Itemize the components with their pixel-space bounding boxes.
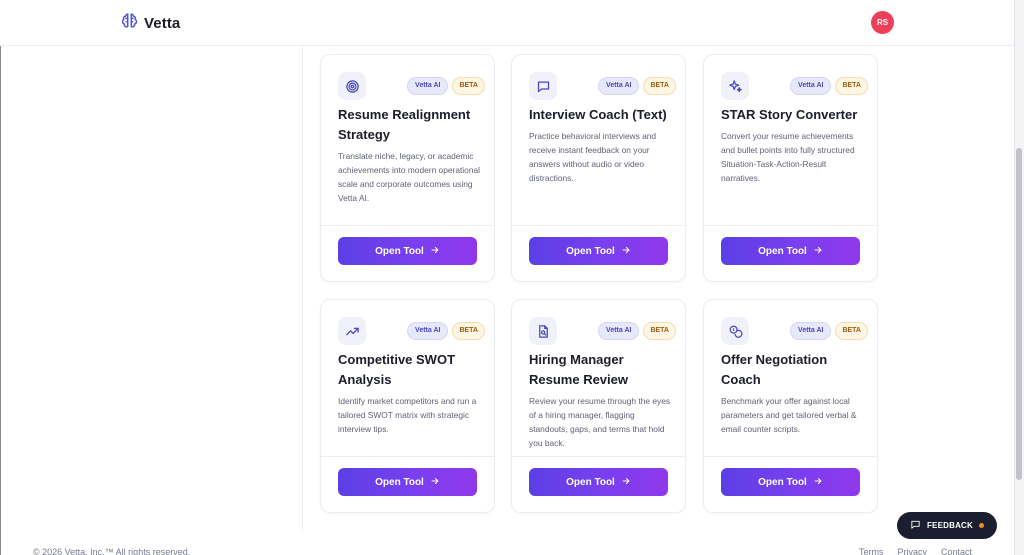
brain-icon	[121, 12, 138, 34]
tool-card-swot: Vetta AI BETA Competitive SWOT Analysis …	[320, 299, 495, 513]
card-footer: Open Tool	[321, 225, 494, 282]
window-left-edge	[0, 0, 1, 555]
scrollbar-thumb[interactable]	[1016, 148, 1022, 480]
footer-link-contact[interactable]: Contact	[941, 547, 972, 555]
arrow-right-icon	[430, 476, 440, 489]
card-title: Interview Coach (Text)	[529, 107, 667, 122]
footer-links: Terms Privacy Contact	[859, 547, 972, 555]
open-tool-button[interactable]: Open Tool	[721, 468, 860, 496]
card-description: Convert your resume achievements and bul…	[721, 131, 855, 183]
notification-dot	[979, 523, 985, 528]
footer-link-privacy[interactable]: Privacy	[898, 547, 928, 555]
sidebar-divider	[302, 46, 303, 530]
card-description: Identify market competitors and run a ta…	[338, 396, 477, 434]
card-title: Offer Negotiation Coach	[721, 352, 828, 387]
vetta-ai-badge: Vetta AI	[790, 322, 832, 340]
vetta-ai-badge: Vetta AI	[407, 77, 449, 95]
tool-card-interview-coach: Vetta AI BETA Interview Coach (Text) Pra…	[511, 54, 686, 282]
card-description: Benchmark your offer against local param…	[721, 396, 857, 434]
tool-card-offer-negotiation: Vetta AI BETA Offer Negotiation Coach Be…	[703, 299, 878, 513]
card-title: Competitive SWOT Analysis	[338, 352, 456, 387]
footer-copyright: © 2026 Vetta, Inc.™ All rights reserved.	[33, 547, 191, 555]
tool-card-star-story: Vetta AI BETA STAR Story Converter Conve…	[703, 54, 878, 282]
top-header: Vetta RS	[0, 0, 1014, 46]
card-description: Review your resume through the eyes of a…	[529, 396, 671, 448]
open-tool-label: Open Tool	[758, 476, 807, 488]
card-badges: Vetta AI BETA	[598, 322, 676, 340]
open-tool-button[interactable]: Open Tool	[338, 237, 477, 265]
footer-link-terms[interactable]: Terms	[859, 547, 884, 555]
user-avatar[interactable]: RS	[871, 11, 894, 34]
tool-card-hiring-manager: Vetta AI BETA Hiring Manager Resume Revi…	[511, 299, 686, 513]
message-square-icon	[910, 519, 921, 532]
card-badges: Vetta AI BETA	[790, 77, 868, 95]
chat-bubble-icon	[529, 72, 557, 100]
brand-logo[interactable]: Vetta	[121, 12, 180, 34]
arrow-right-icon	[813, 245, 823, 258]
coins-icon	[721, 317, 749, 345]
open-tool-label: Open Tool	[375, 245, 424, 257]
vetta-ai-badge: Vetta AI	[598, 322, 640, 340]
card-description: Practice behavioral interviews and recei…	[529, 131, 657, 183]
feedback-label: FEEDBACK	[926, 521, 974, 530]
card-title: STAR Story Converter	[721, 107, 858, 122]
beta-badge: BETA	[643, 77, 676, 95]
beta-badge: BETA	[452, 77, 485, 95]
sparkles-icon	[721, 72, 749, 100]
card-badges: Vetta AI BETA	[598, 77, 676, 95]
arrow-right-icon	[813, 476, 823, 489]
beta-badge: BETA	[643, 322, 676, 340]
vetta-ai-badge: Vetta AI	[790, 77, 832, 95]
open-tool-label: Open Tool	[758, 245, 807, 257]
card-badges: Vetta AI BETA	[790, 322, 868, 340]
brand-name: Vetta	[144, 14, 181, 32]
target-icon	[338, 72, 366, 100]
card-footer: Open Tool	[512, 225, 685, 282]
open-tool-button[interactable]: Open Tool	[529, 468, 668, 496]
card-footer: Open Tool	[704, 225, 877, 282]
beta-badge: BETA	[452, 322, 485, 340]
beta-badge: BETA	[835, 77, 868, 95]
vetta-ai-badge: Vetta AI	[598, 77, 640, 95]
open-tool-label: Open Tool	[566, 476, 615, 488]
arrow-right-icon	[430, 245, 440, 258]
open-tool-button[interactable]: Open Tool	[529, 237, 668, 265]
tool-card-resume-realignment: Vetta AI BETA Resume Realignment Strateg…	[320, 54, 495, 282]
open-tool-label: Open Tool	[566, 245, 615, 257]
card-footer: Open Tool	[704, 456, 877, 513]
document-search-icon	[529, 317, 557, 345]
trending-up-icon	[338, 317, 366, 345]
arrow-right-icon	[621, 245, 631, 258]
open-tool-label: Open Tool	[375, 476, 424, 488]
card-description: Translate niche, legacy, or academic ach…	[338, 151, 480, 203]
feedback-button[interactable]: FEEDBACK	[897, 512, 997, 539]
card-title: Hiring Manager Resume Review	[529, 352, 628, 387]
card-footer: Open Tool	[321, 456, 494, 513]
card-badges: Vetta AI BETA	[407, 77, 485, 95]
open-tool-button[interactable]: Open Tool	[338, 468, 477, 496]
card-title: Resume Realignment Strategy	[338, 107, 471, 142]
card-badges: Vetta AI BETA	[407, 322, 485, 340]
arrow-right-icon	[621, 476, 631, 489]
vetta-ai-badge: Vetta AI	[407, 322, 449, 340]
beta-badge: BETA	[835, 322, 868, 340]
open-tool-button[interactable]: Open Tool	[721, 237, 860, 265]
card-footer: Open Tool	[512, 456, 685, 513]
